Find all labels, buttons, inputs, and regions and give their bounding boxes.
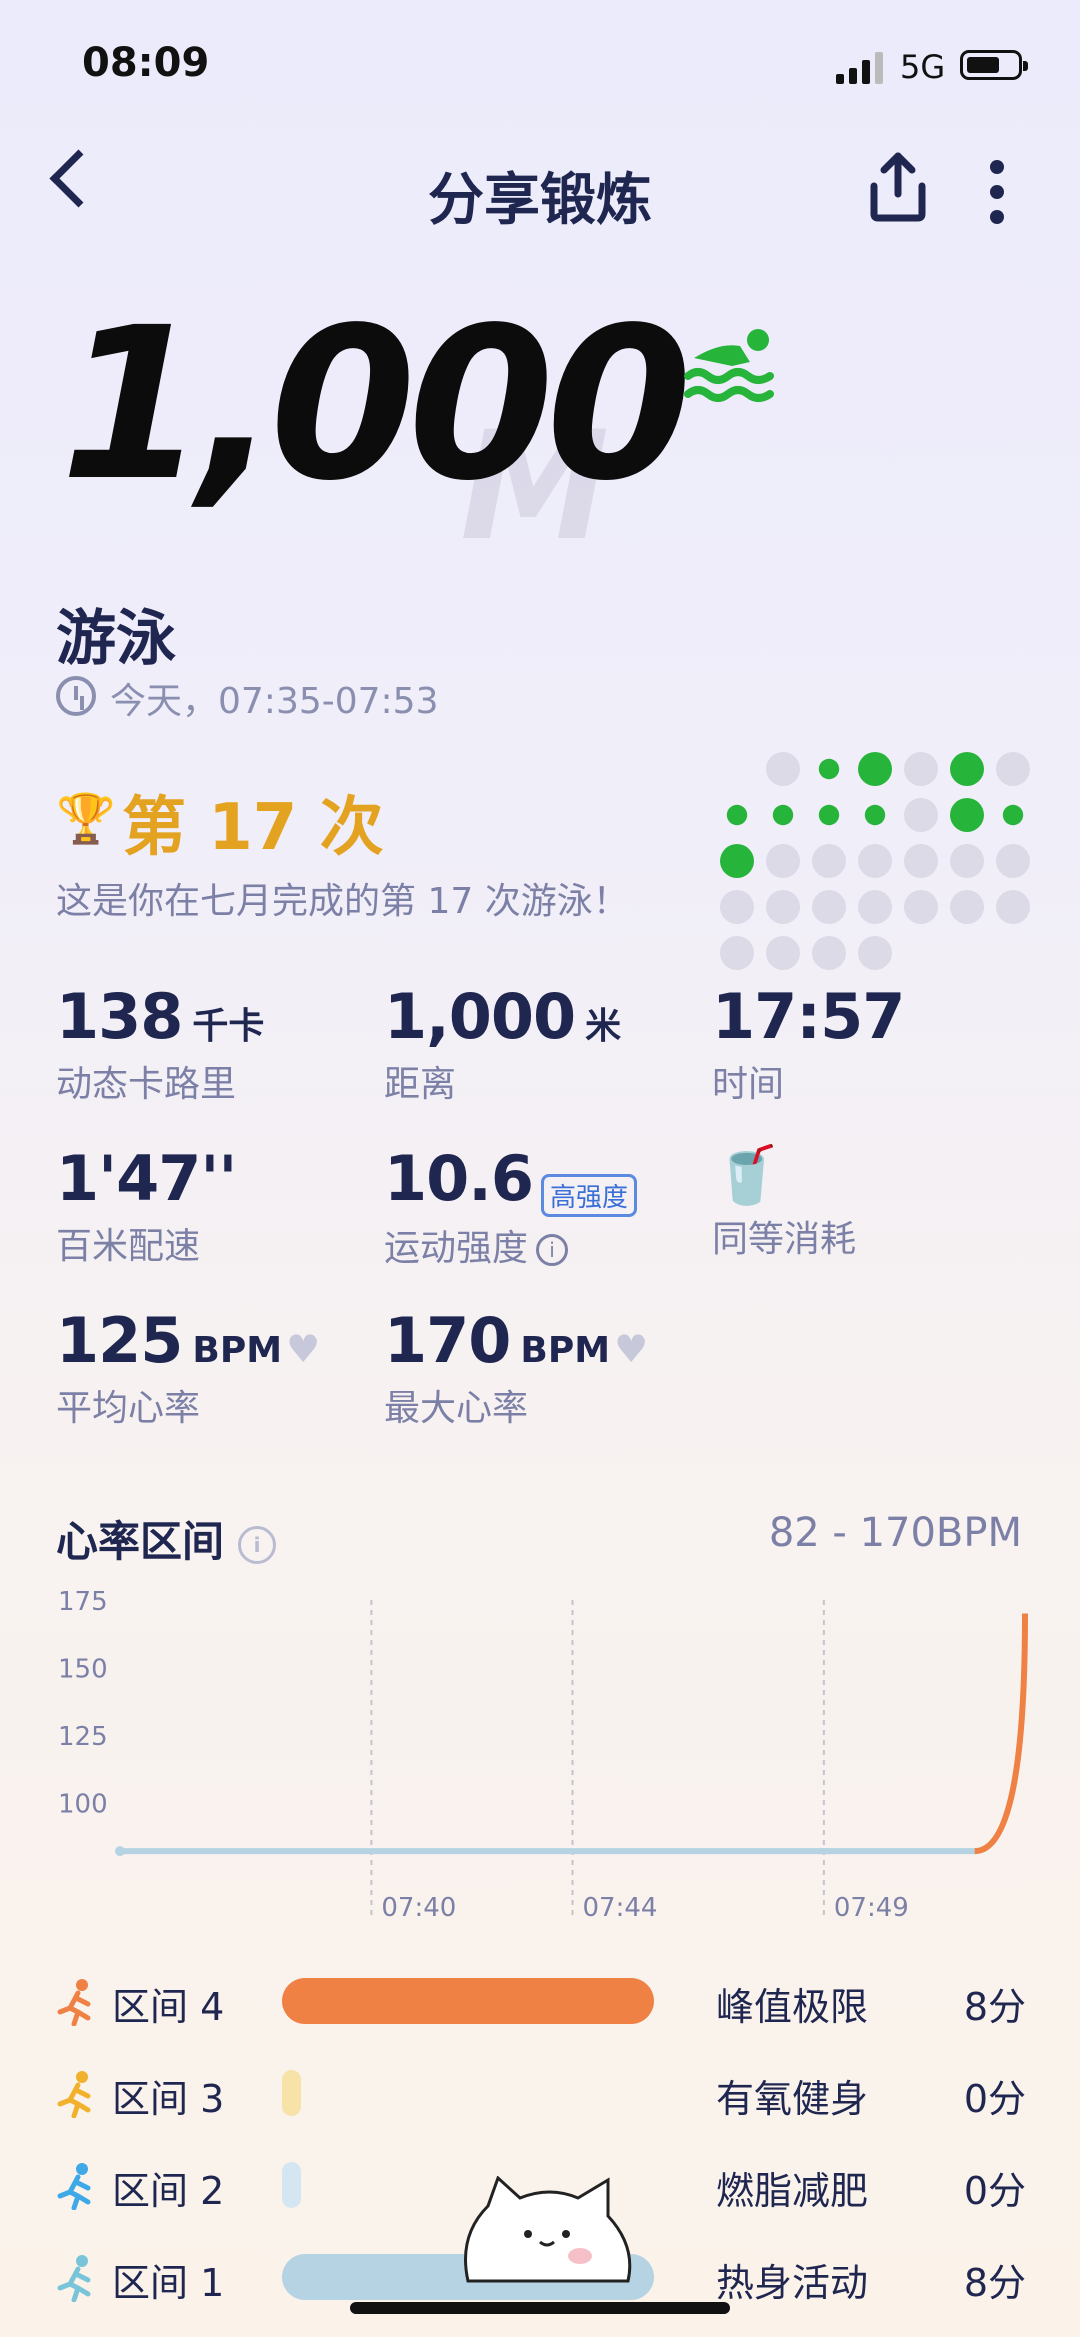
zone-minutes: 8分 xyxy=(963,2261,1026,2305)
stat-duration: 17:57 时间 xyxy=(712,980,905,1105)
distance-value: 1,000 xyxy=(60,282,692,527)
count-description: 这是你在七月完成的第 17 次游泳！ xyxy=(56,881,629,922)
drink-cup-icon: 🥤 xyxy=(712,1143,782,1208)
cat-sticker xyxy=(464,2176,632,2283)
running-icon xyxy=(57,2255,91,2302)
battery-icon xyxy=(960,50,1028,80)
more-options-icon[interactable] xyxy=(990,160,1004,224)
stat-intensity[interactable]: 10.6 高强度 运动强度 i xyxy=(384,1142,637,1271)
stat-pace: 1'47'' 百米配速 xyxy=(56,1142,237,1267)
count-title: 第 17 次 xyxy=(122,791,384,865)
network-label: 5G xyxy=(900,48,946,86)
time-range: 今天，07:35-07:53 xyxy=(110,681,439,722)
trophy-icon: 🏆 xyxy=(56,791,116,847)
stat-avg-hr: 125 BPM ♥ 平均心率 xyxy=(56,1304,321,1429)
zone-minutes: 0分 xyxy=(963,2077,1026,2121)
clock-icon xyxy=(56,676,96,716)
zone-name: 区间 2 xyxy=(112,2169,225,2213)
zone-row: 区间 4 峰值极限 8分 xyxy=(56,1968,1026,2038)
y-tick-label: 125 xyxy=(58,1722,108,1752)
zone-row: 区间 3 有氧健身 0分 xyxy=(56,2060,1026,2130)
stat-calories: 138 千卡 动态卡路里 xyxy=(56,980,265,1105)
start-point xyxy=(115,1846,125,1857)
info-icon[interactable]: i xyxy=(238,1525,277,1564)
x-tick-label: 07:44 xyxy=(583,1893,658,1923)
y-tick-label: 100 xyxy=(58,1790,108,1820)
zone-label: 有氧健身 xyxy=(716,2077,869,2121)
zone-bar xyxy=(282,1978,654,2024)
stat-distance: 1,000 米 距离 xyxy=(384,980,622,1105)
running-icon xyxy=(57,2071,91,2118)
x-tick-label: 07:49 xyxy=(834,1893,909,1923)
signal-icon xyxy=(836,50,883,84)
monthly-calendar-dots xyxy=(720,752,1030,970)
home-indicator[interactable] xyxy=(350,2302,730,2314)
intensity-badge: 高强度 xyxy=(540,1174,637,1217)
swimming-icon xyxy=(684,329,774,402)
y-tick-label: 150 xyxy=(58,1655,108,1685)
stat-equivalent[interactable]: 🥤 同等消耗 xyxy=(712,1142,856,1262)
zone-minutes: 8分 xyxy=(963,1985,1026,2029)
zone-minutes: 0分 xyxy=(963,2169,1026,2213)
zone-bar xyxy=(282,2162,301,2208)
zone-label: 峰值极限 xyxy=(716,1985,869,2029)
zone-name: 区间 1 xyxy=(112,2261,225,2305)
heart-rate-peak xyxy=(974,1613,1028,1855)
info-icon[interactable]: i xyxy=(536,1234,569,1266)
share-icon[interactable] xyxy=(868,150,928,222)
zone-label: 热身活动 xyxy=(716,2261,869,2305)
zone-label: 燃脂减肥 xyxy=(716,2169,869,2213)
heart-rate-chart: 175 150 125 100 07:40 07:44 07:49 xyxy=(58,1587,1028,1923)
sport-name: 游泳 xyxy=(56,604,176,674)
zone-bar xyxy=(282,2070,301,2116)
heart-rate-range: 82 - 170BPM xyxy=(768,1510,1022,1556)
x-tick-label: 07:40 xyxy=(381,1893,456,1923)
running-icon xyxy=(57,2163,91,2210)
running-icon xyxy=(57,1979,91,2026)
heart-rate-title: 心率区间 i xyxy=(56,1508,277,1569)
zone-name: 区间 4 xyxy=(112,1985,225,2029)
y-tick-label: 175 xyxy=(58,1587,108,1617)
heart-icon: ♥ xyxy=(286,1327,321,1371)
stat-max-hr: 170 BPM ♥ 最大心率 xyxy=(384,1304,649,1429)
status-time: 08:09 xyxy=(82,40,210,86)
zone-name: 区间 3 xyxy=(112,2077,225,2121)
heart-icon: ♥ xyxy=(614,1327,649,1371)
